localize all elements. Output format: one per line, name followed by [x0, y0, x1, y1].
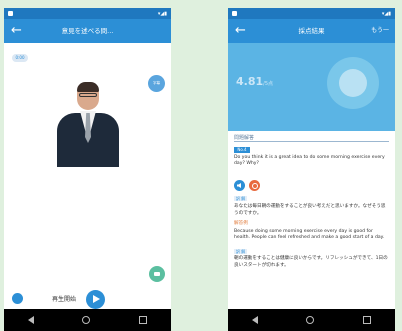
- play-button[interactable]: [86, 290, 105, 309]
- question-number-badge: No.4: [234, 147, 250, 153]
- nav-recent-icon[interactable]: [362, 316, 371, 324]
- notification-icon: [8, 11, 13, 16]
- status-bar: ▾◢▮: [4, 8, 171, 19]
- model-answer-text: Because doing some morning exercise ever…: [234, 229, 385, 240]
- app-bar: ← 意見を述べる問...: [4, 19, 171, 43]
- phone-screen-video: ▾◢▮ ← 意見を述べる問... 0:00 字幕 再生開始: [4, 8, 171, 331]
- nav-home-icon[interactable]: [306, 316, 315, 324]
- record-icon[interactable]: [249, 180, 260, 191]
- score-value: 4.81: [236, 75, 264, 88]
- nav-recent-icon[interactable]: [138, 316, 147, 324]
- score-unit: /5点: [263, 81, 274, 87]
- nav-back-icon[interactable]: [252, 316, 259, 324]
- android-nav-bar: [228, 309, 395, 331]
- android-nav-bar: [4, 309, 171, 331]
- answer-translation: 朝の運動をすることは健康に良いからです。リフレッシュができて、1日の良いスタート…: [234, 256, 388, 268]
- question-translation: あなたは毎日朝の運動をすることが良い考えだと思いますか。なぜそう思うのですか。: [234, 204, 386, 216]
- translation-tag-2[interactable]: 訳 解: [234, 249, 248, 254]
- app-bar: ← 採点結果 もう一: [228, 19, 395, 43]
- settings-icon[interactable]: [12, 293, 23, 304]
- video-player[interactable]: 字幕: [4, 67, 171, 167]
- signal-icon: ▾◢▮: [381, 10, 391, 17]
- play-label: 再生開始: [52, 296, 77, 303]
- subtitle-toggle-button[interactable]: 字幕: [148, 75, 165, 92]
- question-text: Do you think it is a great idea to do so…: [234, 155, 385, 166]
- speaker-video-frame: [57, 82, 119, 167]
- translation-tag[interactable]: 訳 解: [234, 196, 248, 201]
- playback-controls: 再生開始: [4, 290, 171, 309]
- microphone-icon[interactable]: [149, 266, 165, 282]
- phone-screen-result: ▾◢▮ ← 採点結果 もう一 4.81/5点 問題解答 No.4 Do you …: [228, 8, 395, 331]
- nav-back-icon[interactable]: [28, 316, 35, 324]
- video-time-badge: 0:00: [12, 54, 28, 62]
- status-bar: ▾◢▮: [228, 8, 395, 19]
- retry-button[interactable]: もう一: [371, 19, 389, 43]
- page-title: 意見を述べる問...: [61, 27, 114, 35]
- model-answer-label: 解答例: [234, 221, 248, 226]
- score-panel: 4.81/5点: [228, 43, 395, 131]
- score-display: 4.81/5点: [236, 75, 273, 88]
- signal-icon: ▾◢▮: [157, 10, 167, 17]
- section-label: 問題解答: [234, 135, 255, 141]
- nav-home-icon[interactable]: [82, 316, 91, 324]
- speaker-icon[interactable]: [234, 180, 245, 191]
- page-title: 採点結果: [298, 27, 325, 35]
- divider: [234, 141, 389, 142]
- notification-icon: [232, 11, 237, 16]
- medal-icon: [327, 57, 379, 109]
